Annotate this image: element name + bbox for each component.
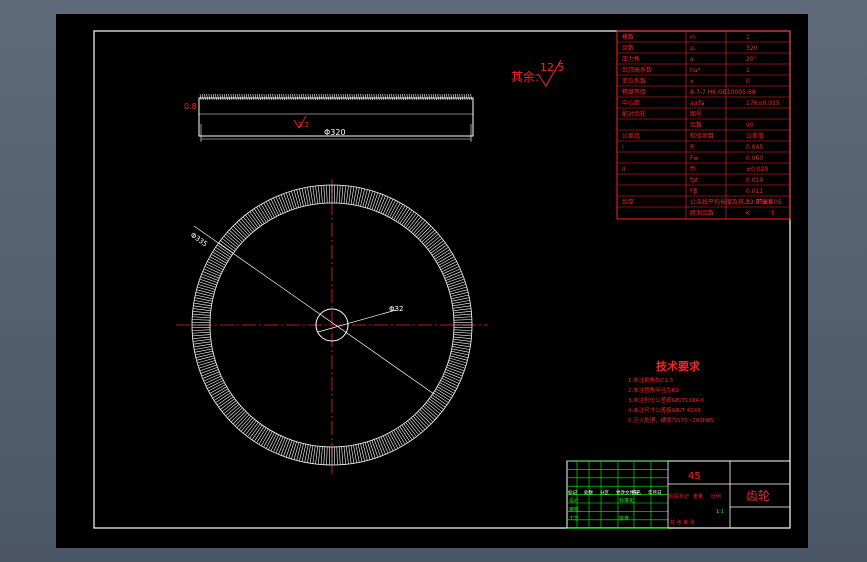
- surface-finish-value: 12.5: [540, 61, 565, 74]
- table-cell: 320: [746, 45, 758, 52]
- table-cell: 0.060: [746, 155, 763, 162]
- title-block-header: 签名: [632, 489, 641, 496]
- table-cell: 齿数: [690, 121, 702, 129]
- side-chamfer: 0.8: [184, 102, 197, 111]
- table-cell: I: [622, 144, 624, 151]
- title-block-role: 工艺: [569, 516, 579, 522]
- table-cell: 1: [746, 34, 750, 41]
- drawing-sheet: 其余: 12.5 Φ320 0.8 3.2 Φ335 Φ32 模数 m 1 齿数 z₁ 3…: [56, 14, 808, 548]
- table-cell: ffr: [690, 166, 697, 173]
- table-cell: II: [622, 166, 626, 173]
- table-cell: 5: [771, 210, 775, 217]
- table-cell: z₁: [690, 45, 696, 52]
- table-cell: 0.045: [746, 144, 763, 151]
- table-cell: 0: [746, 78, 750, 85]
- table-cell: m: [690, 34, 696, 41]
- technical-requirements: 技术要求 1.未注倒角为C1.5 2.未注圆角半径为R2 3.未注形位公差按GB…: [628, 359, 715, 424]
- table-cell: 中心距: [622, 99, 640, 107]
- table-cell: ±0.020: [746, 166, 768, 173]
- title-block-role: 批准: [619, 515, 629, 522]
- table-cell: 90: [746, 122, 754, 129]
- tech-req-item: 4.未注尺寸公差按GB/T 4249: [628, 406, 701, 414]
- table-cell: 检验项目: [690, 132, 714, 140]
- gear-front-view: Φ335 Φ32: [176, 179, 488, 474]
- title-block-header: 分区: [600, 489, 609, 496]
- sheet-border: [93, 30, 791, 529]
- side-roughness: 3.2: [298, 121, 309, 129]
- title-block-header: 标记: [568, 489, 577, 496]
- table-cell: 图号: [690, 111, 702, 118]
- table-cell: 176±0.035: [746, 100, 780, 107]
- surface-finish-label: 其余:: [511, 69, 539, 84]
- table-cell: 0.019: [746, 177, 763, 184]
- table-cell: 精度等级: [622, 88, 646, 96]
- table-cell: ha*: [690, 67, 700, 74]
- table-cell: 变位系数: [622, 77, 646, 85]
- title-block-role: 审核: [569, 506, 579, 513]
- table-cell: K: [746, 210, 751, 217]
- table-cell: 33.87±0.05: [746, 199, 782, 206]
- gear-parameter-table: 模数 m 1 齿数 z₁ 320 压力角 α 20° 齿顶高系数 ha* 1 变位系数 x 0 精度等级 8-7…: [616, 30, 791, 220]
- table-cell: 1: [746, 67, 750, 74]
- table-cell: 压力角: [622, 55, 640, 63]
- table-cell: 配对齿轮: [622, 110, 646, 118]
- table-cell: 齿数: [622, 44, 634, 52]
- gear-side-view: Φ320 0.8 3.2: [184, 93, 474, 142]
- table-cell: 20°: [746, 56, 757, 63]
- table-cell: Fr: [690, 144, 696, 151]
- side-width-dim: Φ320: [324, 128, 346, 137]
- table-cell: Fβ: [690, 188, 697, 195]
- title-block-role: 标准化: [619, 497, 634, 504]
- table-cell: 模数: [622, 33, 634, 41]
- tech-req-item: 3.未注形位公差按GB/T1184-K: [628, 396, 705, 404]
- cad-drawing: 其余: 12.5 Φ320 0.8 3.2 Φ335 Φ32 模数 m 1齿数 z₁ 3…: [93, 30, 791, 529]
- tech-req-item: 5.正火处理，硬度为170~200HBS: [628, 416, 715, 424]
- title-block: 45 齿轮 阶段标记 重量 比例 1:1 共 张 第 张 标记 处数 分区 更改文件号…: [566, 460, 791, 529]
- table-cell: Fw: [690, 155, 698, 162]
- table-cell: 公差组: [622, 132, 640, 140]
- tech-req-title: 技术要求: [656, 359, 701, 373]
- weight-label: 重量: [693, 493, 703, 500]
- side-view-teeth: [199, 93, 472, 101]
- tech-req-item: 1.未注倒角为C1.5: [628, 376, 674, 384]
- table-cell: a±fa: [690, 100, 705, 107]
- stage-label: 阶段标记: [669, 493, 689, 500]
- table-cell: 0.011: [746, 188, 763, 195]
- title-block-header: 处数: [584, 489, 593, 496]
- sheet-label: 共 张 第 张: [670, 519, 695, 526]
- material: 45: [688, 471, 701, 482]
- surface-finish-note: 其余: 12.5: [511, 59, 565, 87]
- bore-diameter-dim: Φ32: [389, 305, 403, 313]
- scale-label: 比例: [711, 493, 721, 500]
- table-cell: x: [690, 78, 694, 85]
- scale-value: 1:1: [716, 509, 724, 515]
- table-cell: 8-7-7 HK GB10095-88: [690, 89, 756, 96]
- title-block-header: 年月日: [648, 489, 662, 496]
- table-cell: fpt: [690, 177, 699, 184]
- table-cell: 跨测齿数: [690, 209, 714, 217]
- title-block-role: 设计: [569, 497, 579, 504]
- table-cell: 公差值: [746, 132, 764, 140]
- tech-req-item: 2.未注圆角半径为R2: [628, 386, 679, 394]
- part-name: 齿轮: [746, 489, 770, 503]
- table-cell: α: [690, 56, 694, 63]
- table-cell: 齿顶高系数: [622, 66, 652, 74]
- table-cell: 齿厚: [622, 198, 634, 206]
- outer-diameter-dim: Φ335: [189, 231, 209, 248]
